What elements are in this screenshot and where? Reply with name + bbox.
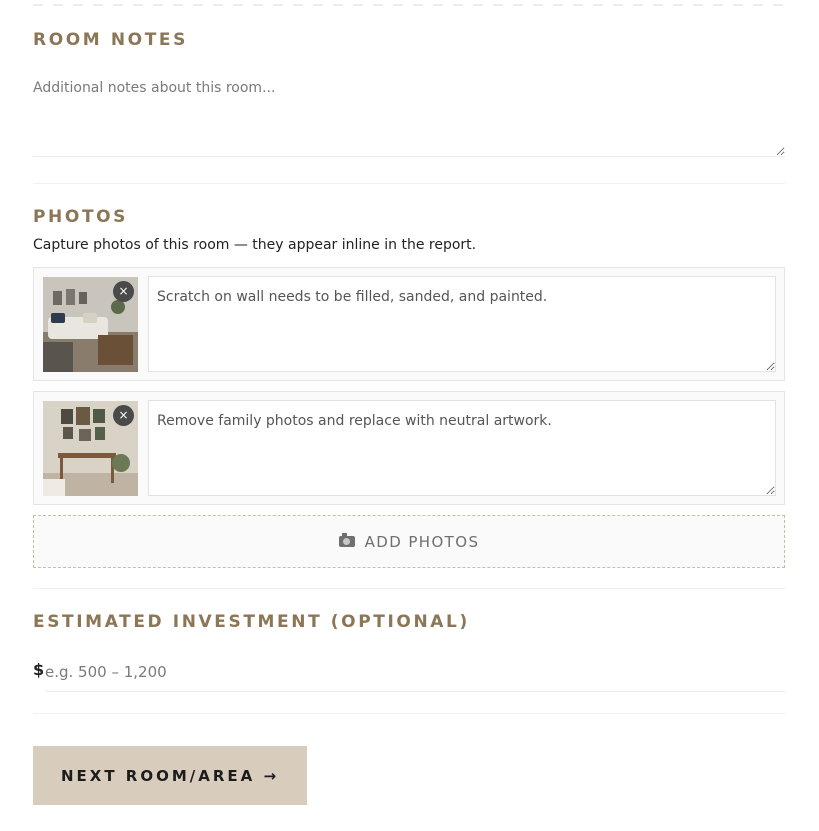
section-divider [33,713,785,714]
room-notes-field[interactable] [33,74,785,157]
section-divider [33,588,785,589]
add-photos-label: ADD PHOTOS [364,532,480,551]
remove-photo-button[interactable]: × [113,405,134,426]
photos-subtitle: Capture photos of this room — they appea… [33,237,477,253]
top-divider [33,4,785,6]
currency-symbol: $ [33,660,45,679]
room-notes-title: ROOM NOTES [33,30,188,50]
add-photos-button[interactable]: ADD PHOTOS [33,515,785,568]
photo-caption-field[interactable]: Scratch on wall needs to be filled, sand… [148,276,776,372]
photo-card: × Scratch on wall needs to be filled, sa… [33,267,785,381]
investment-input[interactable] [45,652,785,692]
photo-caption-field[interactable]: Remove family photos and replace with ne… [148,400,776,496]
photo-card: × Remove family photos and replace with … [33,391,785,505]
photos-title: PHOTOS [33,207,129,227]
camera-icon [338,533,355,547]
remove-photo-button[interactable]: × [113,281,134,302]
section-divider [33,183,785,184]
investment-title: ESTIMATED INVESTMENT (OPTIONAL) [33,612,470,632]
next-room-button[interactable]: NEXT ROOM/AREA → [33,746,307,805]
